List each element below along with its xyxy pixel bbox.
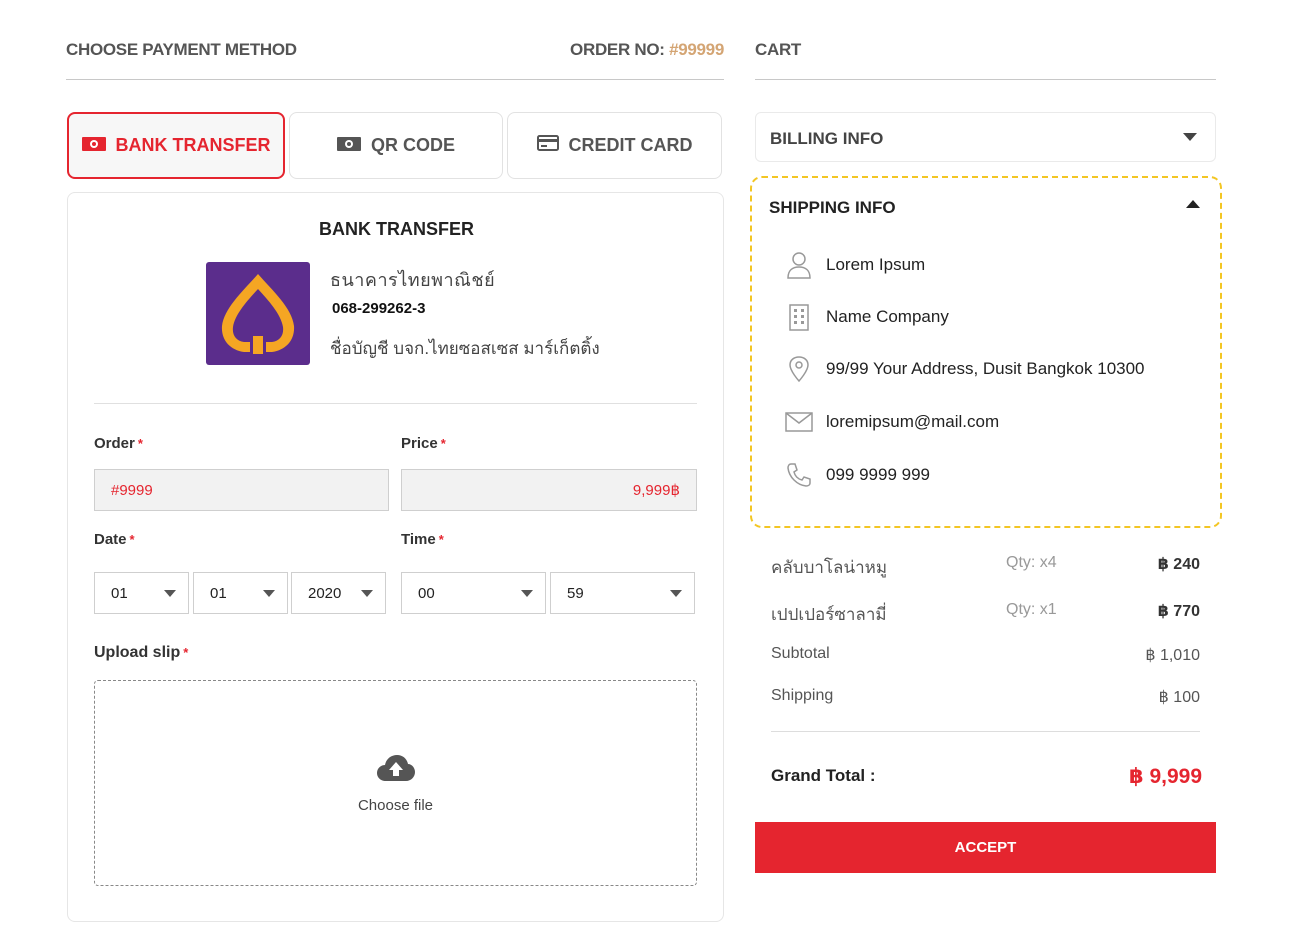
required-mark: * [183,645,189,660]
required-mark: * [137,436,143,451]
billing-info-accordion[interactable]: BILLING INFO [755,112,1216,162]
bank-name: ธนาคารไทยพาณิชย์ [330,270,496,290]
price-label-text: Price [401,435,438,452]
cart-item: คลับบาโลน่าหมู Qty: x4 ฿ 240 [771,554,1200,577]
shipping-fee-row: Shipping ฿ 100 [771,687,1200,709]
bank-transfer-panel: BANK TRANSFER ธนาคารไทยพาณิชย์ 068-29926… [67,192,724,922]
cash-icon [336,135,361,156]
shipping-fee-label: Shipping [771,687,834,704]
price-input-value: 9,999฿ [632,482,680,499]
time-minute-select[interactable]: 59 [550,572,695,614]
shipping-fee-value: ฿ 100 [1158,689,1200,706]
date-day-select[interactable]: 01 [94,572,189,614]
shipping-name-row: Lorem Ipsum [784,250,925,280]
order-number-heading: ORDER NO: #99999 [570,40,724,60]
date-year-value: 2020 [308,584,342,602]
time-hour-value: 00 [418,584,435,602]
date-day-value: 01 [111,584,128,602]
date-month-select[interactable]: 01 [193,572,288,614]
shipping-address-row: 99/99 Your Address, Dusit Bangkok 10300 [784,354,1145,384]
bank-account-number: 068-299262-3 [332,300,426,317]
shipping-company-row: Name Company [784,302,949,332]
order-field-label: Order * [94,435,143,452]
cart-item-qty: Qty: x4 [1006,554,1057,571]
billing-info-title: BILLING INFO [770,129,884,148]
tab-qr-code-label: QR CODE [370,135,455,155]
choose-file-button[interactable]: Choose file [95,797,696,814]
cart-title: CART [755,40,802,59]
date-field-label: Date * [94,531,135,548]
upload-dropzone[interactable]: Choose file [94,680,697,886]
chevron-down-icon [1183,133,1197,141]
upload-slip-label: Upload slip * [94,644,188,662]
chevron-down-icon [361,590,373,597]
price-field-label: Price * [401,435,446,452]
shipping-email-row: loremipsum@mail.com [784,407,999,437]
time-minute-value: 59 [567,584,584,602]
date-year-select[interactable]: 2020 [291,572,386,614]
grand-total-value: ฿ 9,999 [1129,765,1202,788]
shipping-company: Name Company [826,307,949,326]
shipping-phone-row: 099 9999 999 [784,460,930,490]
cart-item: เปปเปอร์ซาลามี่ Qty: x1 ฿ 770 [771,601,1200,624]
tab-credit-card-label: CREDIT CARD [568,135,693,155]
required-mark: * [440,436,446,451]
building-icon [784,302,814,332]
chevron-up-icon[interactable] [1186,200,1200,208]
order-number-label: ORDER NO: [570,40,665,59]
cash-icon [81,135,106,156]
subtotal-label: Subtotal [771,645,830,662]
cloud-upload-icon [376,753,416,788]
envelope-icon [784,407,814,437]
bank-account-holder: ชื่อบัญชี บจก.ไทยซอสเซส มาร์เก็ตติ้ง [330,339,600,358]
cart-item-qty: Qty: x1 [1006,601,1057,618]
chevron-down-icon [521,590,533,597]
bank-divider [94,403,697,404]
cart-divider [771,731,1200,732]
tab-qr-code[interactable]: QR CODE [289,112,503,179]
cart-item-price: ฿ 240 [1157,556,1200,573]
shipping-info-title: SHIPPING INFO [769,198,896,217]
payment-method-title: CHOOSE PAYMENT METHOD [66,40,297,59]
user-icon [784,250,814,280]
cart-item-name: คลับบาโลน่าหมู [771,558,888,577]
shipping-address: 99/99 Your Address, Dusit Bangkok 10300 [826,359,1145,378]
time-label-text: Time [401,531,436,548]
order-label-text: Order [94,435,135,452]
phone-icon [784,460,814,490]
header-divider-left [66,79,724,80]
cart-item-name: เปปเปอร์ซาลามี่ [771,605,887,624]
time-hour-select[interactable]: 00 [401,572,546,614]
tab-credit-card[interactable]: CREDIT CARD [507,112,722,179]
tab-bank-transfer[interactable]: BANK TRANSFER [67,112,285,179]
shipping-phone: 099 9999 999 [826,465,930,484]
date-month-value: 01 [210,584,227,602]
bank-logo [206,262,310,365]
price-input[interactable]: 9,999฿ [401,469,697,511]
required-mark: * [129,532,135,547]
chevron-down-icon [670,590,682,597]
credit-card-icon [536,135,559,156]
tab-bank-transfer-label: BANK TRANSFER [115,135,271,155]
order-number-value: #99999 [669,40,724,59]
bank-transfer-title: BANK TRANSFER [319,219,474,239]
cart-item-price: ฿ 770 [1157,603,1200,620]
order-input-value: #9999 [111,481,153,499]
accept-button[interactable]: ACCEPT [755,822,1216,873]
subtotal-row: Subtotal ฿ 1,010 [771,645,1200,667]
time-field-label: Time * [401,531,444,548]
upload-label-text: Upload slip [94,644,181,661]
shipping-name: Lorem Ipsum [826,255,926,274]
chevron-down-icon [263,590,275,597]
chevron-down-icon [164,590,176,597]
shipping-info-accordion: SHIPPING INFO Lorem Ipsum Name Company 9… [750,176,1222,528]
required-mark: * [438,532,444,547]
order-input[interactable]: #9999 [94,469,389,511]
grand-total-label: Grand Total : [771,766,876,785]
location-pin-icon [784,354,814,384]
shipping-email: loremipsum@mail.com [826,412,1000,431]
header-divider-right [755,79,1216,80]
date-label-text: Date [94,531,127,548]
subtotal-value: ฿ 1,010 [1145,647,1200,664]
